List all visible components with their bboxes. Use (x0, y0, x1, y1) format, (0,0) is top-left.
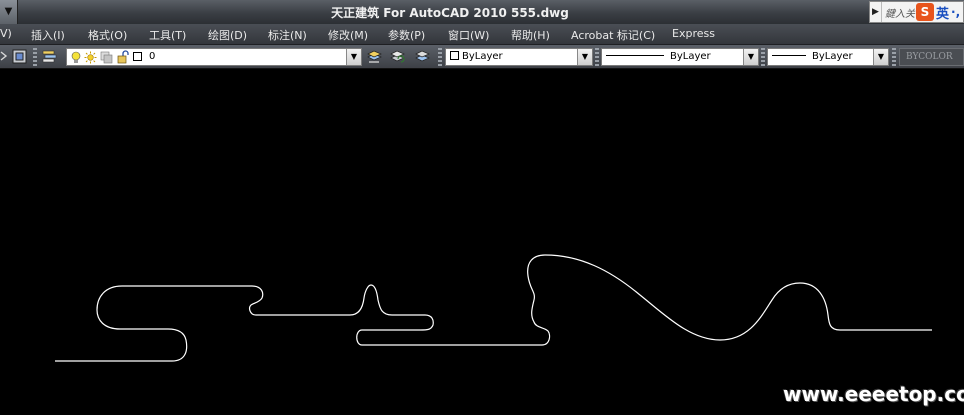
menu-tools[interactable]: 工具(T) (149, 27, 186, 43)
layer-walk-icon[interactable] (414, 48, 431, 65)
linetype-dropdown-arrow[interactable]: ▼ (743, 49, 758, 65)
toolbar-grip[interactable] (761, 48, 765, 66)
lightbulb-icon[interactable] (70, 51, 82, 64)
menu-window[interactable]: 窗口(W) (448, 27, 489, 43)
menu-format[interactable]: 格式(O) (88, 27, 127, 43)
toolbar-grip[interactable] (438, 48, 442, 66)
layer-properties-manager-icon[interactable] (41, 48, 58, 65)
toolbar-partial-icon[interactable] (0, 48, 8, 65)
menu-draw[interactable]: 绘图(D) (208, 27, 247, 43)
menu-parameters[interactable]: 参数(P) (388, 27, 425, 43)
make-object-layer-current-icon[interactable] (366, 48, 383, 65)
menu-dimension[interactable]: 标注(N) (268, 27, 307, 43)
ime-input-hint: 鍵入关 (885, 8, 915, 20)
lineweight-sample (772, 55, 806, 56)
menu-acrobat-markup[interactable]: Acrobat 标记(C) (571, 27, 655, 43)
linetype-control-dropdown[interactable]: ByLayer ▼ (601, 48, 759, 66)
toolbar-grip[interactable] (33, 48, 37, 66)
lineweight-control-dropdown[interactable]: ByLayer ▼ (767, 48, 889, 66)
color-control-dropdown[interactable]: ByLayer ▼ (445, 48, 593, 66)
menu-bar: V) 插入(I) 格式(O) 工具(T) 绘图(D) 标注(N) 修改(M) 参… (0, 24, 964, 45)
ime-punctuation-toggle[interactable]: ·, (949, 5, 960, 19)
menu-insert[interactable]: 插入(I) (31, 27, 65, 43)
menu-express[interactable]: Express (672, 27, 715, 40)
menu-help[interactable]: 帮助(H) (511, 27, 550, 43)
watermark-text: www.eeeetop.com (783, 382, 964, 406)
color-dropdown-arrow[interactable]: ▼ (577, 49, 592, 65)
color-value: ByLayer (450, 51, 503, 62)
linetype-sample (606, 55, 664, 56)
layer-previous-state-icon[interactable] (389, 48, 406, 65)
toolbar-grip[interactable] (595, 48, 599, 66)
layers-properties-toolbar: 0 ▼ ByLayer ▼ ByLayer ▼ ByLayer ▼ BYCOLO… (0, 45, 964, 69)
layer-control-dropdown[interactable]: 0 ▼ (66, 48, 362, 66)
layer-previous-icon[interactable] (11, 48, 28, 65)
ime-toolbar[interactable]: ▶ 鍵入关 S 英 ·, (869, 1, 964, 23)
menu-modify[interactable]: 修改(M) (328, 27, 368, 43)
drawn-polyline-curve (55, 254, 932, 362)
title-bar: ▼ 天正建筑 For AutoCAD 2010 555.dwg ▶ 鍵入关 S … (0, 0, 964, 24)
layer-dropdown-arrow[interactable]: ▼ (346, 49, 361, 65)
toolbar-grip[interactable] (892, 48, 896, 66)
lineweight-value: ByLayer (772, 51, 853, 62)
layer-color-swatch (133, 52, 142, 61)
plotstyle-control-dropdown[interactable]: BYCOLOR (899, 48, 964, 66)
linetype-value: ByLayer (606, 51, 711, 62)
layer-name-value: 0 (149, 51, 156, 62)
color-swatch (450, 51, 459, 60)
ime-language-toggle[interactable]: 英 (934, 3, 949, 22)
lineweight-dropdown-arrow[interactable]: ▼ (873, 49, 888, 65)
menu-view[interactable]: V) (0, 27, 12, 40)
ime-expand-icon[interactable]: ▶ (870, 2, 882, 22)
drawn-curve-group (55, 254, 932, 362)
viewport-freeze-icon[interactable] (100, 51, 113, 64)
window-title: 天正建筑 For AutoCAD 2010 555.dwg (331, 6, 569, 20)
sun-thaw-icon[interactable] (84, 51, 97, 64)
sogou-logo-icon[interactable]: S (916, 3, 934, 21)
unlock-icon[interactable] (117, 50, 129, 64)
drawing-canvas[interactable] (0, 70, 964, 415)
